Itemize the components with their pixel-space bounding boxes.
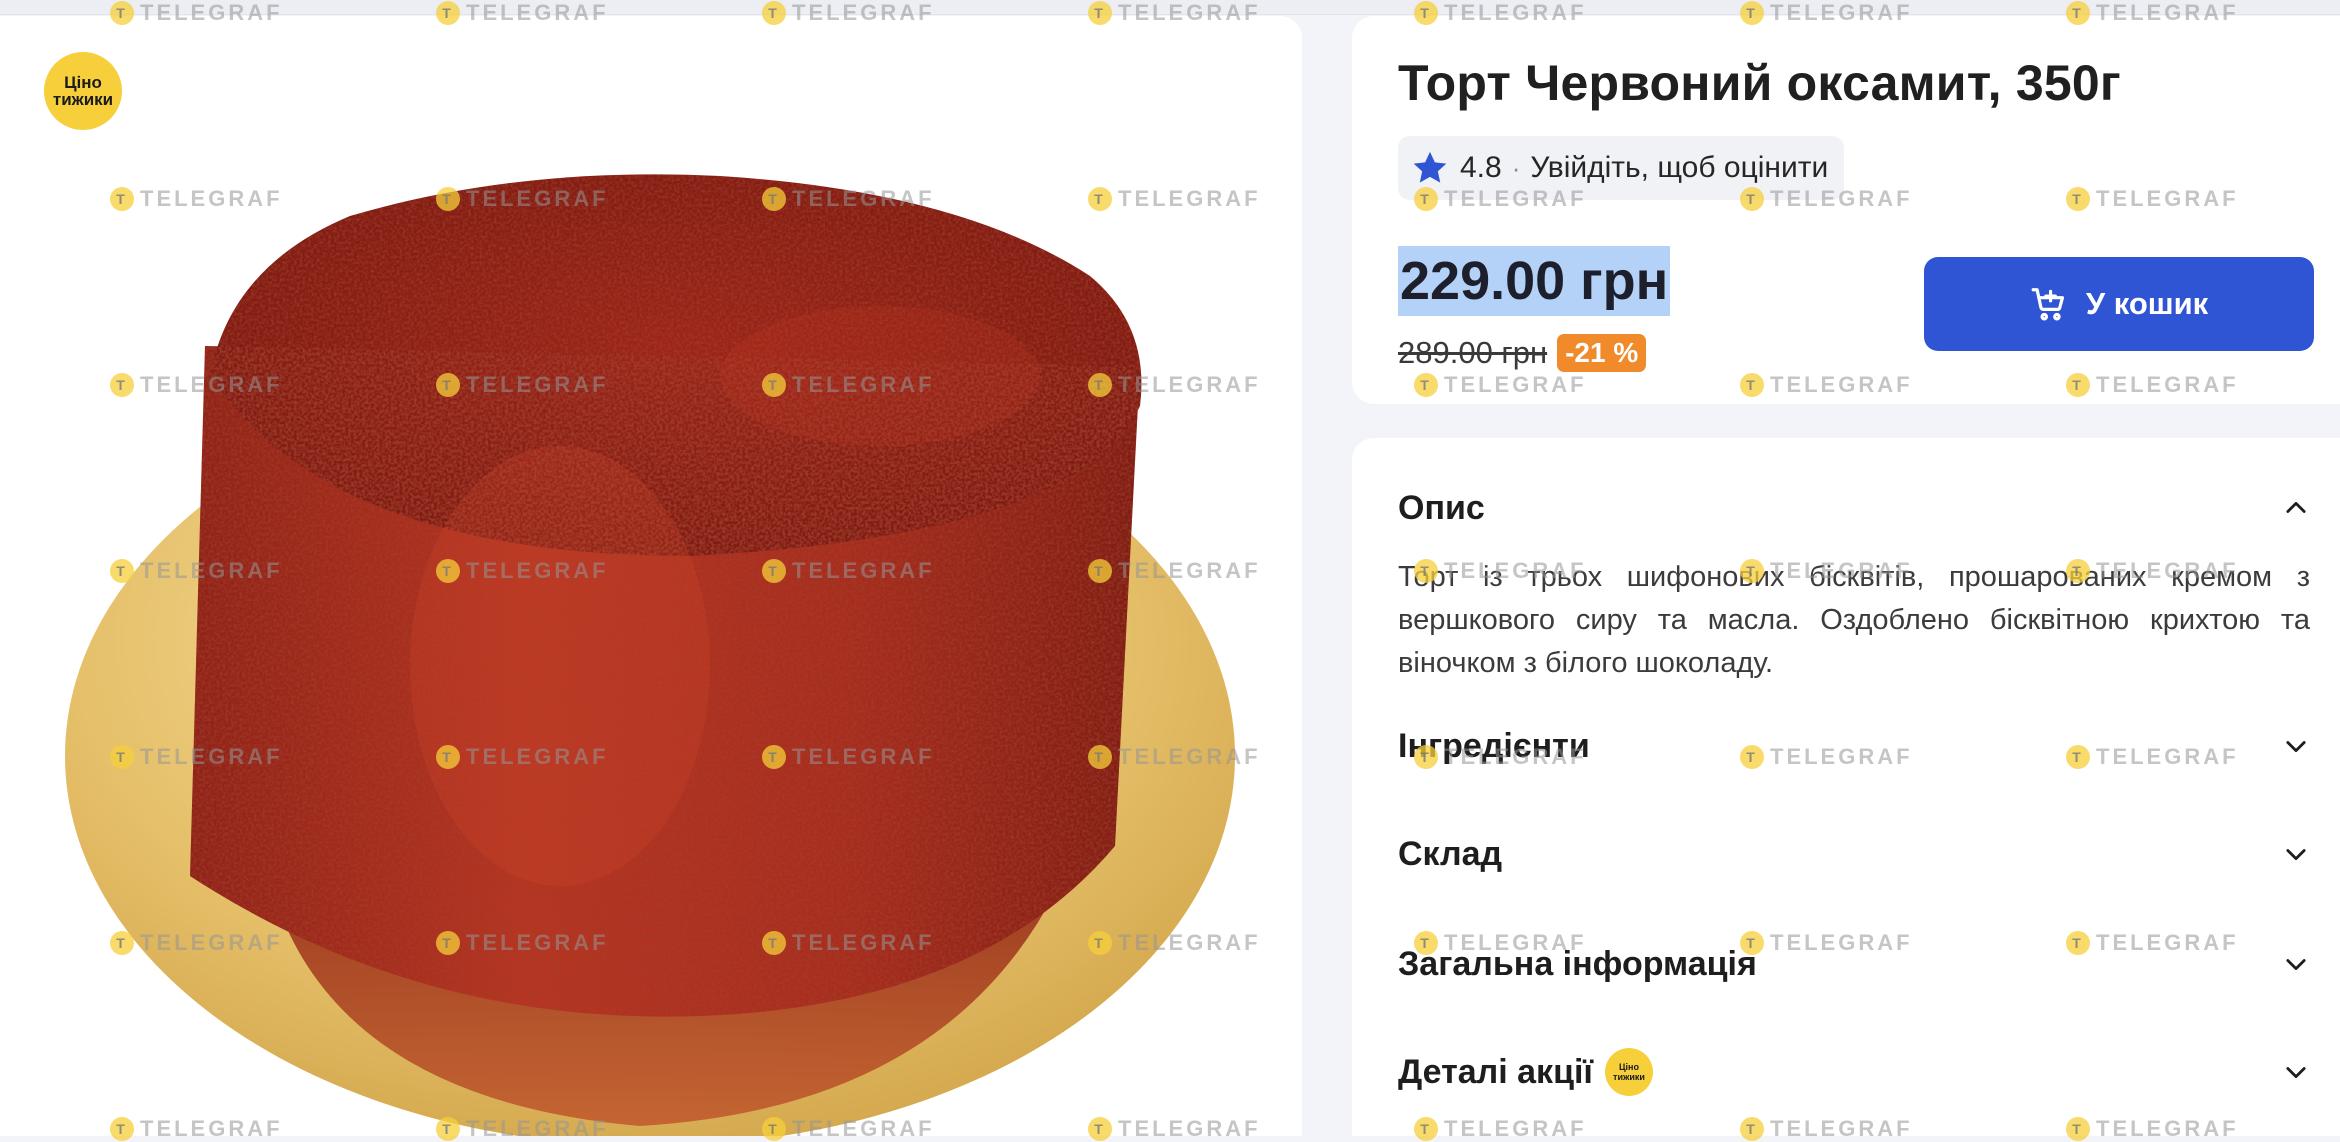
- promo-mini-badge: Ціно тижики: [1605, 1048, 1653, 1096]
- product-title: Торт Червоний оксамит, 350г: [1398, 55, 2121, 111]
- accordion-title: Склад: [1398, 834, 1503, 873]
- chevron-down-icon: [2286, 849, 2306, 861]
- accordion-composition-header[interactable]: Склад: [1398, 824, 2310, 884]
- browser-top-strip: [0, 0, 2340, 15]
- promo-badge-line1: Ціно: [64, 73, 102, 92]
- accordion-description-header[interactable]: Опис: [1398, 478, 2310, 538]
- accordion-general-info-header[interactable]: Загальна інформація: [1398, 934, 2310, 994]
- accordion-promo-details-header[interactable]: Деталі акції Ціно тижики: [1398, 1042, 2310, 1102]
- promo-mini-badge-line1: Ціно: [1618, 1062, 1639, 1072]
- details-accordion: Опис Торт із трьох шифонових бісквітів, …: [1352, 438, 2340, 1136]
- rating-pill[interactable]: 4.8 · Увійдіть, щоб оцінити: [1398, 136, 1845, 200]
- price-old: 289.00 грн: [1398, 335, 1548, 370]
- accordion-title: Загальна інформація: [1398, 944, 1757, 983]
- accordion-title: Опис: [1398, 488, 1485, 527]
- star-icon: [1413, 151, 1447, 183]
- cart-plus-icon: [2031, 288, 2064, 321]
- promo-mini-badge-line2: тижики: [1613, 1072, 1645, 1082]
- accordion-title: Інгредієнти: [1398, 726, 1590, 765]
- price-current: 229.00 грн: [1398, 246, 1671, 316]
- accordion-title-wrap: Деталі акції Ціно тижики: [1398, 1048, 1653, 1096]
- discount-badge: -21 %: [1557, 334, 1647, 372]
- old-price-row: 289.00 грн -21 %: [1398, 334, 1647, 372]
- chevron-up-icon: [2286, 501, 2306, 513]
- price-block: 229.00 грн: [1398, 246, 1671, 316]
- description-text: Торт із трьох шифонових бісквітів, проша…: [1398, 561, 2310, 679]
- chevron-down-icon: [2286, 741, 2306, 753]
- chevron-down-icon: [2286, 959, 2306, 971]
- rate-prompt-link[interactable]: Увійдіть, щоб оцінити: [1530, 151, 1828, 185]
- add-to-cart-label: У кошик: [2085, 286, 2209, 321]
- rating-value: 4.8: [1460, 151, 1502, 184]
- product-info-card: Торт Червоний оксамит, 350г 4.8 · Увійді…: [1352, 16, 2340, 404]
- add-to-cart-button[interactable]: У кошик: [1924, 257, 2314, 351]
- promo-badge: Ціно тижики: [44, 52, 122, 130]
- product-image: [65, 174, 1235, 1136]
- promo-badge-line2: тижики: [52, 90, 114, 109]
- accordion-ingredients-header[interactable]: Інгредієнти: [1398, 716, 2310, 776]
- product-image-card: Ціно тижики: [0, 16, 1302, 1136]
- chevron-down-icon: [2286, 1067, 2306, 1079]
- rating-separator: ·: [1511, 152, 1521, 183]
- accordion-title: Деталі акції: [1398, 1052, 1593, 1091]
